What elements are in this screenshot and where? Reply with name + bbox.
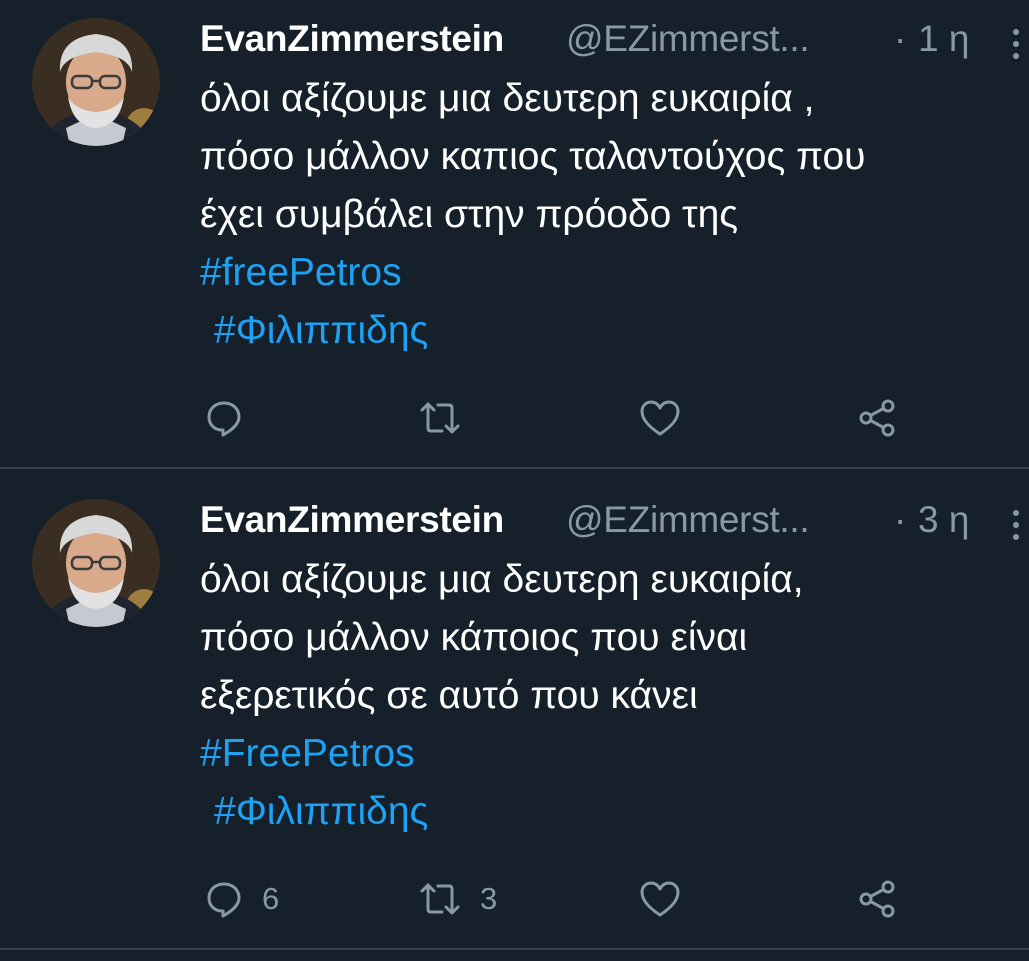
tweet-text-line: έχει συμβάλει στην πρόοδο της xyxy=(200,193,739,236)
like-button[interactable] xyxy=(638,869,700,929)
tweet[interactable]: EvanZimmerstein @EZimmerst... · 1 η όλοι… xyxy=(0,0,1029,468)
tweet-actions xyxy=(200,388,920,448)
tweet[interactable]: EvanZimmerstein @EZimmerst... · 3 η όλοι… xyxy=(0,481,1029,949)
retweet-icon xyxy=(420,883,460,915)
more-vertical-icon[interactable] xyxy=(1008,26,1024,62)
heart-icon xyxy=(640,881,680,917)
author-name[interactable]: EvanZimmerstein xyxy=(200,18,504,60)
separator-dot: · xyxy=(894,499,907,540)
tweet-text-line: όλοι αξίζουμε μια δευτερη ευκαιρία, xyxy=(200,558,804,601)
share-button[interactable] xyxy=(856,388,900,448)
tweet-header: EvanZimmerstein @EZimmerst... · 1 η xyxy=(200,14,1029,66)
timeline-feed: EvanZimmerstein @EZimmerst... · 1 η όλοι… xyxy=(0,0,1029,961)
tweet-text-line: όλοι αξίζουμε μια δευτερη ευκαιρία , xyxy=(200,77,815,120)
tweet-header: EvanZimmerstein @EZimmerst... · 3 η xyxy=(200,495,1029,547)
reply-bubble-icon xyxy=(207,401,241,437)
separator-dot: · xyxy=(894,18,907,59)
reply-count: 6 xyxy=(262,881,280,916)
retweet-count: 3 xyxy=(480,881,498,916)
tweet-text-line: εξερετικός σε αυτό που κάνει xyxy=(200,674,698,717)
share-icon xyxy=(859,880,895,918)
share-button[interactable] xyxy=(856,869,900,929)
avatar-portrait-icon xyxy=(32,499,160,627)
author-handle[interactable]: @EZimmerst... xyxy=(566,18,810,60)
tweet-text: όλοι αξίζουμε μια δευτερη ευκαιρία, πόσο… xyxy=(200,551,1020,841)
reply-button[interactable] xyxy=(204,388,262,448)
avatar-portrait-icon xyxy=(32,18,160,146)
like-button[interactable] xyxy=(638,388,700,448)
author-handle[interactable]: @EZimmerst... xyxy=(566,499,810,541)
author-name[interactable]: EvanZimmerstein xyxy=(200,499,504,541)
reply-bubble-icon xyxy=(207,882,241,918)
tweet-text: όλοι αξίζουμε μια δευτερη ευκαιρία , πόσ… xyxy=(200,70,1020,360)
retweet-button[interactable]: 3 xyxy=(418,869,497,929)
timestamp[interactable]: 1 η xyxy=(918,18,969,60)
hashtag-link[interactable]: #Φιλιππιδης xyxy=(200,783,1020,841)
retweet-icon xyxy=(420,402,460,434)
hashtag-link[interactable]: #FreePetros xyxy=(200,725,1020,783)
tweet-actions: 6 3 xyxy=(200,869,920,929)
timestamp[interactable]: 3 η xyxy=(918,499,969,541)
more-vertical-icon[interactable] xyxy=(1008,507,1024,543)
tweet-text-line: πόσο μάλλον κάποιος που είναι xyxy=(200,616,748,659)
reply-button[interactable]: 6 xyxy=(204,869,279,929)
tweet-divider xyxy=(0,467,1029,469)
heart-icon xyxy=(640,400,680,436)
avatar[interactable] xyxy=(32,18,160,146)
hashtag-link[interactable]: #Φιλιππιδης xyxy=(200,302,1020,360)
tweet-divider xyxy=(0,948,1029,950)
avatar[interactable] xyxy=(32,499,160,627)
share-icon xyxy=(859,399,895,437)
hashtag-link[interactable]: #freePetros xyxy=(200,244,1020,302)
retweet-button[interactable] xyxy=(418,388,480,448)
tweet-text-line: πόσο μάλλον καπιος ταλαντούχος που xyxy=(200,135,866,178)
